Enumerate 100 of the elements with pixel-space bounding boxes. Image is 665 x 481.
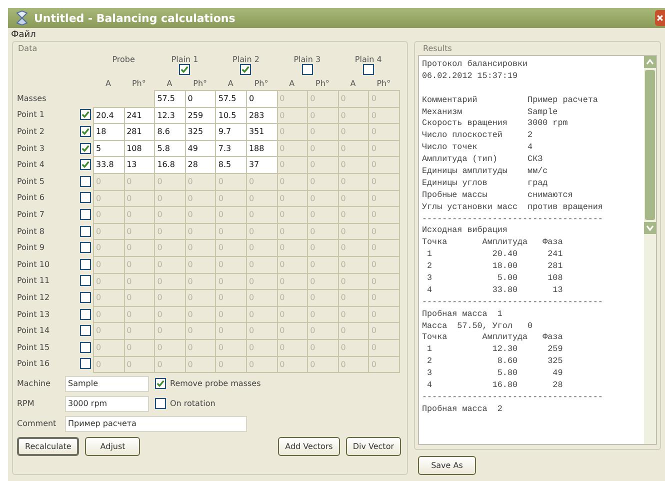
checkbox[interactable] xyxy=(80,109,91,120)
input-field[interactable]: 3000 rpm xyxy=(65,396,149,412)
text-line: 4 16.80 28 xyxy=(426,380,564,392)
table-cell[interactable]: 8.5 xyxy=(215,156,247,174)
checkbox[interactable] xyxy=(80,226,91,237)
checkbox[interactable] xyxy=(80,159,91,170)
column-header: Probe xyxy=(112,55,135,64)
field-label: Comment xyxy=(17,419,58,428)
save-as-button[interactable]: Save As xyxy=(418,456,476,475)
checkbox[interactable] xyxy=(80,176,91,187)
text-line: Единицы углов град xyxy=(422,178,549,190)
checkbox[interactable] xyxy=(80,208,91,220)
checkbox[interactable] xyxy=(302,64,313,75)
text-line: Число точек 4 xyxy=(422,142,534,154)
table-cell[interactable]: 57.5 xyxy=(154,90,186,108)
field-label: RPM xyxy=(17,399,36,408)
column-header: Ph° xyxy=(376,79,392,90)
checkbox[interactable] xyxy=(80,126,91,137)
button[interactable]: Adjust xyxy=(85,437,140,456)
checkbox[interactable] xyxy=(80,325,91,336)
text-line: Амплитуда (тип) СКЗ xyxy=(422,154,544,166)
row-label: Point 9 xyxy=(17,243,44,252)
column-header: Plain 4 xyxy=(354,55,382,64)
row-label: Point 7 xyxy=(17,210,44,219)
close-icon xyxy=(656,14,664,22)
row-label: Point 8 xyxy=(17,226,44,236)
text-line: 3 5.80 49 xyxy=(426,368,564,380)
table-cell[interactable]: 351 xyxy=(246,123,278,141)
column-header: A xyxy=(288,79,296,90)
checkbox[interactable] xyxy=(80,308,91,320)
row-label: Point 15 xyxy=(17,342,50,352)
input-field[interactable]: Пример расчета xyxy=(65,416,247,432)
table-cell[interactable]: 9.7 xyxy=(215,123,247,141)
column-header: A xyxy=(166,79,174,90)
menu-item[interactable]: Файл xyxy=(11,30,36,40)
text-line: Исходная вибрация xyxy=(422,225,508,238)
table-cell[interactable]: 57.5 xyxy=(215,90,247,108)
checkbox[interactable] xyxy=(179,64,190,75)
text-line: 3 5.00 108 xyxy=(426,273,564,285)
text-line: Механизм Sample xyxy=(422,106,559,118)
checkbox-label: On rotation xyxy=(170,399,216,408)
text-line: 1 20.40 241 xyxy=(426,249,564,262)
table-cell[interactable]: 18 xyxy=(93,123,125,141)
text-line: Пробная масса 2 xyxy=(422,404,504,416)
column-header: A xyxy=(104,79,112,90)
column-header: Ph° xyxy=(253,79,270,90)
panel-title: Data xyxy=(17,43,38,55)
checkbox[interactable] xyxy=(80,275,91,286)
row-label: Point 10 xyxy=(17,260,50,269)
checkbox[interactable] xyxy=(80,142,91,154)
checkbox[interactable] xyxy=(362,64,374,75)
table-cell[interactable]: 0 xyxy=(93,356,125,374)
table-cell[interactable]: 37 xyxy=(246,156,278,174)
text-line: 2 18.00 281 xyxy=(426,261,564,274)
checkbox[interactable] xyxy=(80,192,91,204)
checkbox[interactable] xyxy=(80,242,91,254)
column-header: Plain 3 xyxy=(294,55,321,64)
checkbox[interactable] xyxy=(80,292,91,303)
row-label: Point 3 xyxy=(17,144,44,153)
row-label: Point 4 xyxy=(17,160,44,170)
app-icon xyxy=(14,10,30,26)
text-line: Единицы амплитуды мм/с xyxy=(422,166,549,178)
column-header: Ph° xyxy=(314,79,330,90)
row-label: Point 11 xyxy=(17,276,50,286)
row-label: Point 14 xyxy=(17,326,50,336)
table-cell[interactable]: 20.4 xyxy=(93,106,125,124)
column-header: Plain 1 xyxy=(171,55,198,64)
text-line: Пробные массы снимаются xyxy=(422,190,574,202)
checkbox[interactable] xyxy=(240,64,252,75)
row-label: Point 13 xyxy=(17,310,50,319)
row-label: Point 12 xyxy=(17,292,50,302)
checkbox[interactable] xyxy=(80,342,91,353)
text-line: Скорость вращения 3000 rpm xyxy=(422,118,569,130)
text-line: 06.02.2012 15:37:19 xyxy=(422,70,518,83)
row-label: Point 2 xyxy=(17,126,44,136)
checkbox[interactable] xyxy=(155,398,166,410)
checkbox-label: Remove probe masses xyxy=(170,379,261,388)
column-header: Ph° xyxy=(130,79,147,90)
input-field[interactable]: Sample xyxy=(65,376,149,392)
table-cell[interactable]: 0 xyxy=(368,90,400,108)
table-cell[interactable]: 8.6 xyxy=(154,123,186,141)
table-cell[interactable]: 0 xyxy=(368,356,400,374)
checkbox[interactable] xyxy=(80,258,91,270)
text-line: Пробная масса 1 xyxy=(422,308,504,321)
panel-title: Results xyxy=(422,43,453,55)
text-line: 1 12.30 259 xyxy=(426,344,564,356)
table-cell[interactable]: 33.8 xyxy=(93,156,125,174)
window-title: Untitled - Balancing calculations xyxy=(34,12,236,24)
button[interactable]: Add Vectors xyxy=(278,437,340,456)
row-label: Point 16 xyxy=(17,359,50,368)
table-cell[interactable]: 16.8 xyxy=(154,156,186,174)
button[interactable]: Div Vector xyxy=(346,437,401,456)
button[interactable]: Recalculate xyxy=(17,437,80,456)
row-label: Point 5 xyxy=(17,176,44,186)
table-cell[interactable]: 0 xyxy=(246,90,278,108)
checkbox[interactable] xyxy=(155,378,166,390)
close-button[interactable] xyxy=(655,10,665,26)
text-line: Масса 57.50, Угол 0 xyxy=(422,320,534,332)
text-line: 4 33.80 13 xyxy=(426,284,564,297)
checkbox[interactable] xyxy=(80,358,91,370)
